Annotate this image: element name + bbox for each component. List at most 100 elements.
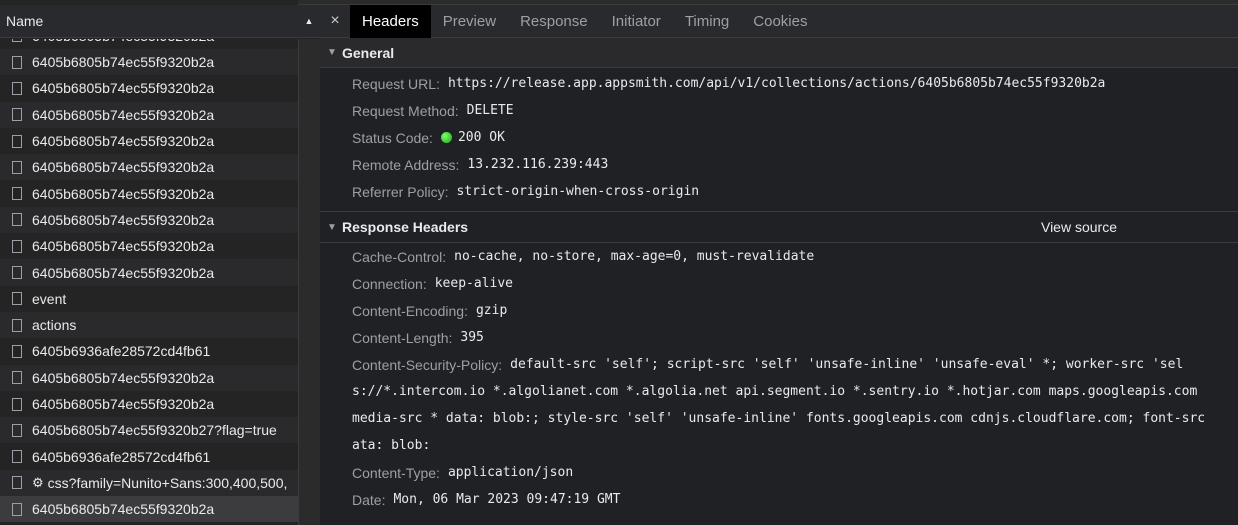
request-name: 6405b6805b74ec55f9320b2a: [32, 238, 215, 255]
csp-row: Content-Security-Policy: default-src 'se…: [320, 351, 1238, 378]
date-key: Date:: [352, 491, 386, 508]
list-item[interactable]: event: [0, 286, 298, 312]
list-item[interactable]: 6405b6805b74ec55f9320b2a: [0, 49, 298, 76]
tab-response[interactable]: Response: [508, 5, 600, 38]
general-section-header[interactable]: ▼ General: [320, 38, 1238, 68]
collapse-triangle-icon[interactable]: ▼: [322, 47, 342, 58]
list-item[interactable]: 6405b6805b74ec55f9320b2a: [0, 233, 298, 259]
connection-key: Connection:: [352, 275, 427, 292]
tab-preview[interactable]: Preview: [431, 5, 508, 38]
list-item[interactable]: 6405b6805b74ec55f9320b2a: [0, 206, 298, 234]
csp-value-line1: default-src 'self'; script-src 'self' 'u…: [510, 357, 1184, 372]
detail-tab-bar: × Headers Preview Response Initiator Tim…: [320, 5, 1238, 38]
request-name: 6405b6805b74ec55f9320b2a: [32, 264, 215, 281]
csp-value-line3: media-src * data: blob:; style-src 'self…: [352, 411, 1206, 426]
tab-initiator[interactable]: Initiator: [600, 5, 673, 38]
request-name: css?family=Nunito+Sans:300,400,500,: [47, 474, 288, 491]
tab-timing[interactable]: Timing: [673, 5, 741, 38]
request-checkbox[interactable]: [12, 266, 22, 280]
list-item[interactable]: 6405b6805b74ec55f9320b2a: [0, 391, 298, 417]
request-checkbox[interactable]: [12, 371, 22, 385]
cache-control-key: Cache-Control:: [352, 248, 447, 265]
request-checkbox[interactable]: [12, 213, 22, 227]
tab-cookies[interactable]: Cookies: [741, 5, 819, 38]
list-item[interactable]: 6405b6805b74ec55f9320b2a: [0, 364, 298, 391]
request-checkbox[interactable]: [12, 292, 22, 306]
request-checkbox[interactable]: [12, 502, 22, 516]
list-item[interactable]: 6405b6805b74ec55f9320b2a: [0, 101, 298, 128]
request-checkbox[interactable]: [12, 160, 22, 174]
response-headers-section-header[interactable]: ▼ Response Headers View source: [320, 212, 1238, 243]
request-name: 6405b6805b74ec55f9320b2a: [32, 396, 215, 412]
request-url-row: Request URL: https://release.app.appsmit…: [320, 70, 1238, 97]
request-checkbox[interactable]: [12, 476, 22, 490]
request-list: 6405b6805b74ec55f9320b2a 6405b6805b74ec5…: [0, 39, 298, 523]
list-item[interactable]: 6405b6936afe28572cd4fb61: [0, 338, 298, 364]
list-item[interactable]: 6405b6805b74ec55f9320b2a: [0, 75, 298, 101]
name-column-header[interactable]: Name ▲: [0, 5, 320, 38]
request-checkbox[interactable]: [12, 108, 22, 122]
general-section-title: General: [342, 44, 395, 61]
content-encoding-row: Content-Encoding: gzip: [320, 297, 1238, 324]
gear-icon: ⚙: [32, 474, 44, 490]
list-item[interactable]: 6405b6805b74ec55f9320b2a: [0, 154, 298, 181]
csp-value-line4: ata: blob:: [352, 438, 431, 453]
request-name: 6405b6805b74ec55f9320b27?flag=true: [32, 422, 277, 439]
content-length-row: Content-Length: 395: [320, 324, 1238, 351]
request-name: event: [32, 290, 67, 307]
content-type-value: application/json: [447, 465, 574, 480]
response-headers-body: Cache-Control: no-cache, no-store, max-a…: [320, 243, 1238, 513]
connection-value: keep-alive: [434, 276, 513, 291]
csp-key: Content-Security-Policy:: [352, 356, 503, 373]
list-item[interactable]: 6405b6805b74ec55f9320b2a: [0, 128, 298, 154]
request-checkbox[interactable]: [12, 239, 22, 253]
close-icon[interactable]: ×: [320, 12, 350, 30]
remote-address-key: Remote Address:: [352, 156, 460, 173]
request-checkbox[interactable]: [12, 55, 22, 69]
request-name: 6405b6805b74ec55f9320b2a: [32, 133, 215, 150]
request-checkbox[interactable]: [12, 318, 22, 332]
list-item[interactable]: 6405b6805b74ec55f9320b2a: [0, 496, 298, 523]
request-name: 6405b6805b74ec55f9320b2a: [32, 80, 215, 97]
request-checkbox[interactable]: [12, 423, 22, 437]
date-row: Date: Mon, 06 Mar 2023 09:47:19 GMT: [320, 486, 1238, 513]
referrer-policy-value: strict-origin-when-cross-origin: [456, 184, 700, 199]
sort-ascending-icon[interactable]: ▲: [298, 16, 320, 26]
content-length-value: 395: [460, 330, 484, 345]
view-source-link[interactable]: View source: [1041, 219, 1117, 235]
collapse-triangle-icon[interactable]: ▼: [322, 222, 342, 233]
remote-address-row: Remote Address: 13.232.116.239:443: [320, 151, 1238, 178]
request-method-row: Request Method: DELETE: [320, 97, 1238, 124]
list-item[interactable]: 6405b6805b74ec55f9320b27?flag=true: [0, 417, 298, 444]
request-checkbox[interactable]: [12, 81, 22, 95]
request-name: actions: [32, 317, 77, 334]
request-url-key: Request URL:: [352, 75, 440, 92]
requests-panel: 6405b6805b74ec55f9320b2a 6405b6805b74ec5…: [0, 0, 298, 525]
request-name: 6405b6805b74ec55f9320b2a: [32, 185, 215, 202]
list-item[interactable]: 6405b6805b74ec55f9320b2a: [0, 259, 298, 286]
request-checkbox[interactable]: [12, 39, 22, 43]
request-name: 6405b6805b74ec55f9320b2a: [32, 211, 215, 228]
request-name: 6405b6805b74ec55f9320b2a: [32, 369, 215, 386]
request-checkbox[interactable]: [12, 344, 22, 358]
request-checkbox[interactable]: [12, 187, 22, 201]
list-item-partial[interactable]: 6405b6805b74ec55f9320b2a: [0, 39, 298, 49]
request-checkbox[interactable]: [12, 450, 22, 464]
tab-headers[interactable]: Headers: [350, 5, 431, 38]
referrer-policy-row: Referrer Policy: strict-origin-when-cros…: [320, 178, 1238, 205]
status-code-key: Status Code:: [352, 129, 433, 146]
list-item[interactable]: actions: [0, 311, 298, 339]
request-details-panel: × Headers Preview Response Initiator Tim…: [320, 5, 1238, 525]
name-column-label: Name: [6, 13, 44, 29]
request-name: 6405b6936afe28572cd4fb61: [32, 448, 211, 465]
request-checkbox[interactable]: [12, 134, 22, 148]
content-type-row: Content-Type: application/json: [320, 459, 1238, 486]
list-item[interactable]: 6405b6805b74ec55f9320b2a: [0, 180, 298, 206]
cache-control-row: Cache-Control: no-cache, no-store, max-a…: [320, 243, 1238, 270]
panel-divider-scrollbar[interactable]: [298, 39, 320, 525]
request-method-value: DELETE: [466, 103, 514, 118]
list-item[interactable]: 6405b6936afe28572cd4fb61: [0, 443, 298, 469]
request-checkbox[interactable]: [12, 397, 22, 411]
content-type-key: Content-Type:: [352, 464, 440, 481]
list-item[interactable]: ⚙ css?family=Nunito+Sans:300,400,500,: [0, 469, 298, 497]
